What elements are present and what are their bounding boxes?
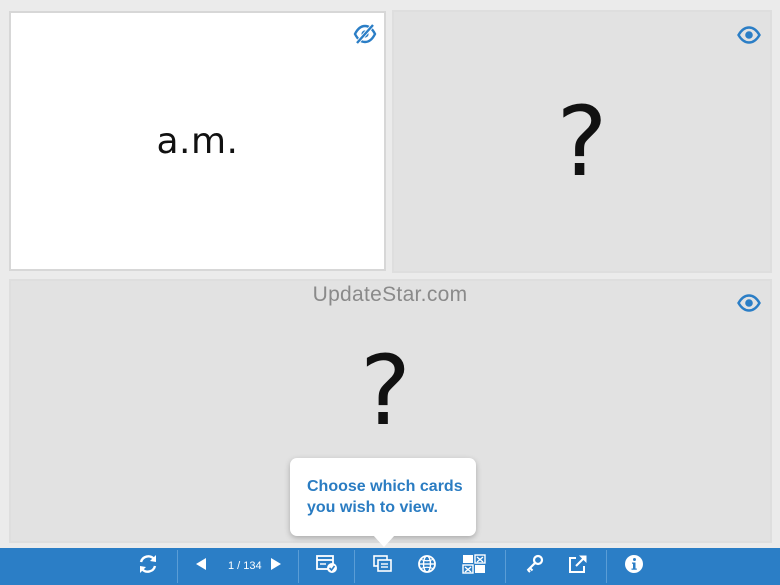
toolbar-divider (298, 550, 299, 583)
card-top-right[interactable]: ? (392, 10, 772, 273)
card-top-left[interactable]: a.m. (9, 11, 386, 271)
info-button[interactable] (621, 548, 647, 585)
next-icon (270, 557, 282, 576)
grid-toggle-button[interactable] (460, 548, 488, 585)
toolbar-divider (177, 550, 178, 583)
eye-slash-icon[interactable] (352, 23, 378, 45)
key-icon (525, 554, 545, 579)
card-bottom-hidden-mark: ? (360, 335, 411, 447)
share-icon (568, 554, 588, 579)
shuffle-icon (137, 553, 159, 580)
toolbar-divider (354, 550, 355, 583)
check-cards-icon (316, 554, 338, 579)
card-top-left-text: a.m. (156, 120, 239, 162)
toolbar: 1 / 134 (0, 548, 780, 585)
eye-icon[interactable] (736, 24, 762, 46)
tooltip-text: Choose which cards you wish to view. (307, 478, 463, 516)
view-cards-button[interactable] (370, 548, 396, 585)
tooltip-arrow (373, 535, 395, 547)
share-button[interactable] (565, 548, 591, 585)
prev-card-button[interactable] (191, 548, 211, 585)
card-top-right-hidden-mark: ? (556, 85, 608, 198)
shuffle-button[interactable] (134, 548, 162, 585)
toolbar-divider (505, 550, 506, 583)
language-button[interactable] (414, 548, 440, 585)
prev-icon (195, 557, 207, 576)
next-card-button[interactable] (266, 548, 286, 585)
globe-icon (417, 554, 437, 579)
toolbar-divider (606, 550, 607, 583)
watermark: UpdateStar.com (312, 283, 468, 306)
grid-toggle-icon (462, 554, 486, 579)
tooltip: Choose which cards you wish to view. (290, 458, 476, 536)
view-cards-icon (373, 555, 393, 578)
page-counter: 1 / 134 (228, 560, 262, 572)
key-button[interactable] (522, 548, 548, 585)
info-icon (624, 554, 644, 579)
check-cards-button[interactable] (314, 548, 340, 585)
